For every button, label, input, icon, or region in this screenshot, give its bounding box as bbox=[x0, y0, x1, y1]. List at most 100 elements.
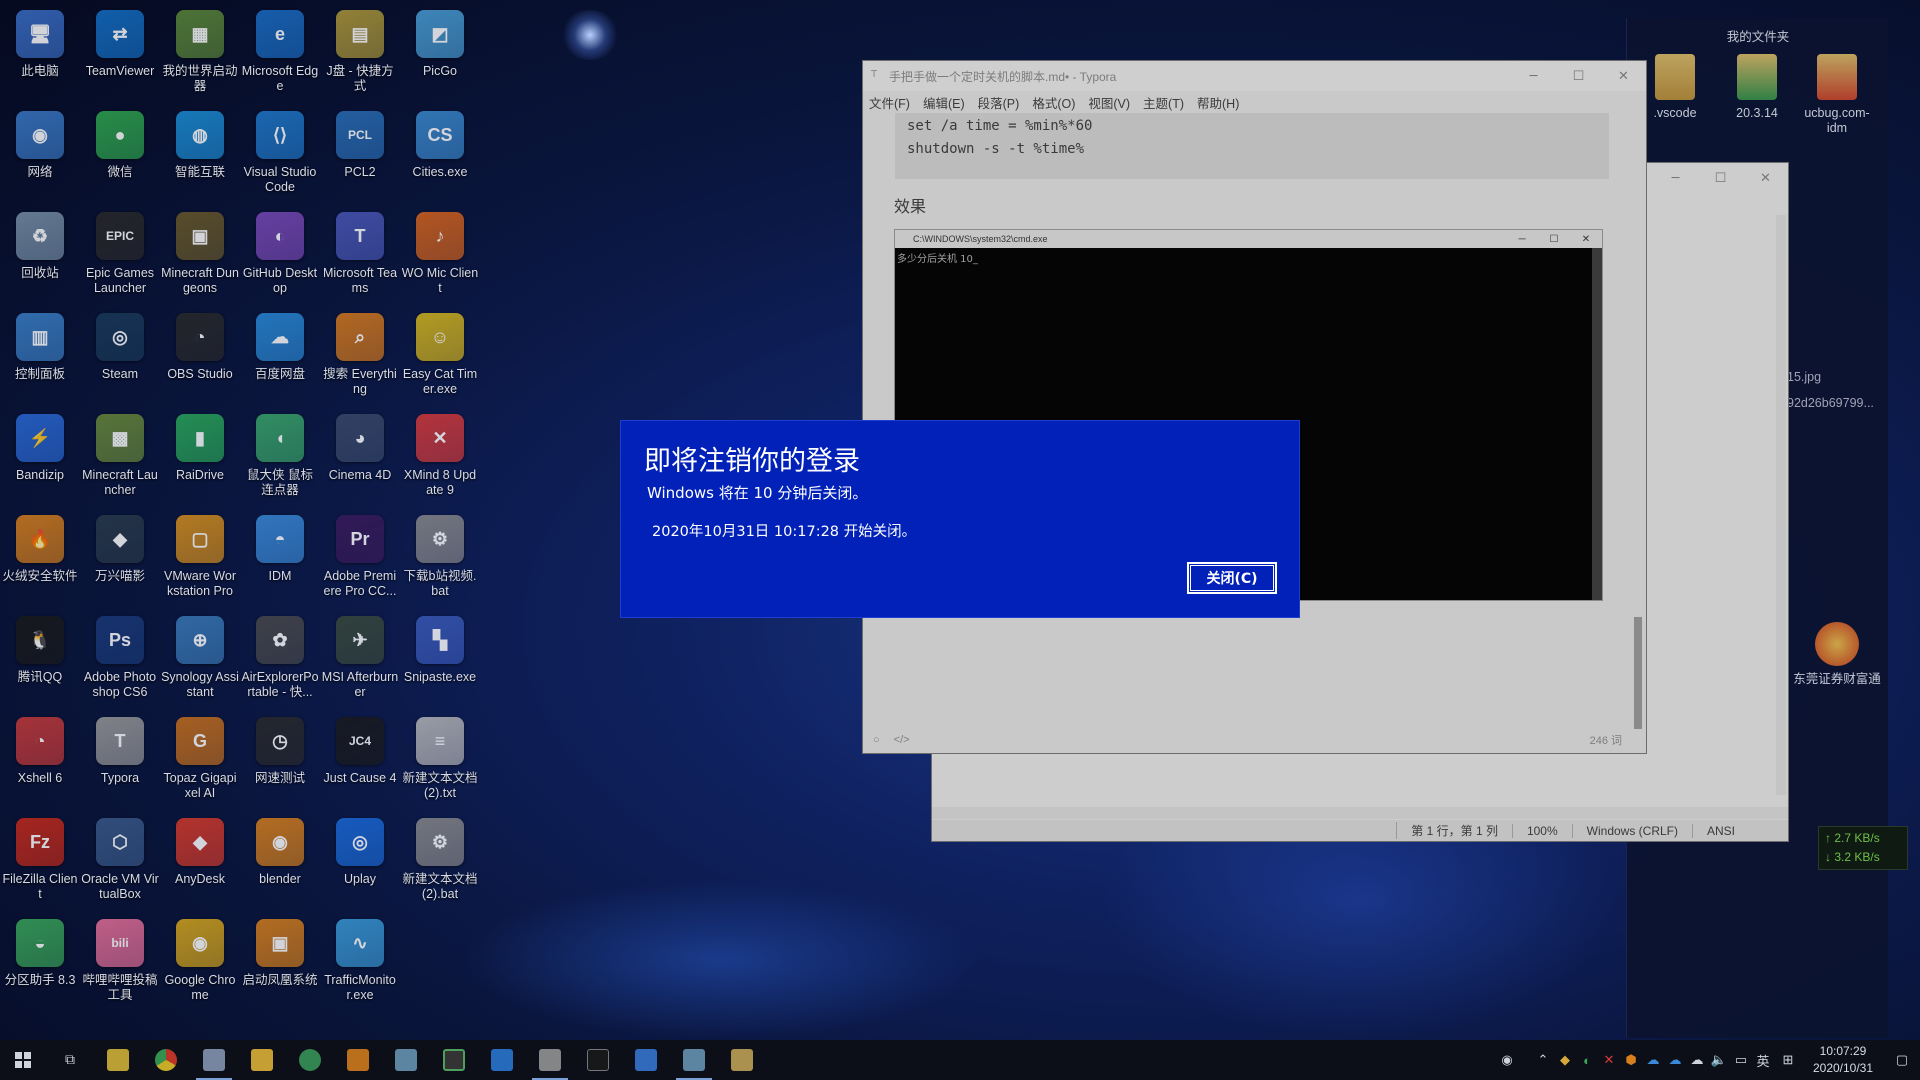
cloud-icon[interactable]: ☁ bbox=[1642, 1040, 1664, 1080]
menu-file[interactable]: 文件(F) bbox=[869, 93, 910, 112]
taskbar-app[interactable] bbox=[238, 1040, 286, 1080]
desktop-icon[interactable]: ◆ AnyDesk bbox=[160, 808, 240, 909]
typora-window[interactable]: T 手把手做一个定时关机的脚本.md• - Typora ─ ☐ ✕ 文件(F)… bbox=[862, 60, 1647, 754]
desktop-icon[interactable]: Ps Adobe Photoshop CS6 bbox=[80, 606, 160, 707]
desktop-icon[interactable]: ∿ TrafficMonitor.exe bbox=[320, 909, 400, 1010]
clock[interactable]: 10:07:29 2020/10/31 bbox=[1802, 1043, 1884, 1077]
start-button[interactable] bbox=[0, 1040, 46, 1080]
menu-help[interactable]: 帮助(H) bbox=[1197, 93, 1239, 112]
desktop-icon[interactable]: ▦ 我的世界启动器 bbox=[160, 0, 240, 101]
taskbar-app[interactable] bbox=[286, 1040, 334, 1080]
desktop-icon[interactable]: ◒ 分区助手 8.3 bbox=[0, 909, 80, 1010]
desktop-icon[interactable]: ▣ Minecraft Dungeons bbox=[160, 202, 240, 303]
menu-edit[interactable]: 编辑(E) bbox=[923, 93, 965, 112]
close-icon[interactable]: ✕ bbox=[1601, 61, 1646, 91]
desktop-icon[interactable]: ⚙ 下载b站视频.bat bbox=[400, 505, 480, 606]
desktop-icon[interactable]: ◍ 智能互联 bbox=[160, 101, 240, 202]
desktop-icon[interactable]: ▚ Snipaste.exe bbox=[400, 606, 480, 707]
desktop-icon[interactable]: ♪ WO Mic Client bbox=[400, 202, 480, 303]
desktop-icon[interactable]: ▣ 启动凤凰系统 bbox=[240, 909, 320, 1010]
chevron-up-icon[interactable]: ⌃ bbox=[1532, 1040, 1554, 1080]
desktop-icon[interactable]: 🔥 火绒安全软件 bbox=[0, 505, 80, 606]
scrollbar[interactable] bbox=[1776, 215, 1786, 795]
desktop-icon[interactable]: ☁ 百度网盘 bbox=[240, 303, 320, 404]
keyboard-icon[interactable]: ⊞ bbox=[1774, 1040, 1802, 1080]
desktop-icon[interactable]: JC4 Just Cause 4 bbox=[320, 707, 400, 808]
taskbar-app[interactable] bbox=[718, 1040, 766, 1080]
menu-paragraph[interactable]: 段落(P) bbox=[978, 93, 1020, 112]
shield-icon[interactable]: ⬢ bbox=[1620, 1040, 1642, 1080]
desktop-icon[interactable]: ◎ Steam bbox=[80, 303, 160, 404]
taskbar-app[interactable] bbox=[142, 1040, 190, 1080]
desktop-icon[interactable]: bili 哔哩哔哩投稿工具 bbox=[80, 909, 160, 1010]
taskbar-app[interactable] bbox=[478, 1040, 526, 1080]
desktop-icon[interactable]: ◎ Uplay bbox=[320, 808, 400, 909]
tray-app-icon[interactable]: ✕ bbox=[1598, 1040, 1620, 1080]
taskbar-app[interactable] bbox=[622, 1040, 670, 1080]
desktop-icon[interactable]: ✈ MSI Afterburner bbox=[320, 606, 400, 707]
desktop-icon[interactable]: ◆ 万兴喵影 bbox=[80, 505, 160, 606]
title-bar[interactable]: T 手把手做一个定时关机的脚本.md• - Typora ─ ☐ ✕ bbox=[863, 61, 1646, 91]
desktop-icon[interactable]: ◓ IDM bbox=[240, 505, 320, 606]
folder-item[interactable]: 20.3.14 bbox=[1717, 54, 1797, 121]
desktop-icon[interactable]: EPIC Epic Games Launcher bbox=[80, 202, 160, 303]
word-count[interactable]: 246 词 bbox=[1590, 732, 1622, 748]
notification-icon[interactable]: ▢ bbox=[1884, 1040, 1920, 1080]
source-code-icon[interactable]: </> bbox=[894, 734, 910, 746]
taskbar-app[interactable] bbox=[670, 1040, 718, 1080]
taskbar-app[interactable] bbox=[430, 1040, 478, 1080]
desktop-icon[interactable]: ▩ Minecraft Launcher bbox=[80, 404, 160, 505]
desktop-icon[interactable]: ⌕ 搜索 Everything bbox=[320, 303, 400, 404]
desktop-icon[interactable]: ▢ VMware Workstation Pro bbox=[160, 505, 240, 606]
volume-icon[interactable]: 🔈 bbox=[1708, 1040, 1730, 1080]
desktop-icon[interactable]: ◉ blender bbox=[240, 808, 320, 909]
maximize-icon[interactable]: ☐ bbox=[1556, 61, 1601, 91]
menu-format[interactable]: 格式(O) bbox=[1032, 93, 1075, 112]
desktop-icon[interactable]: ▤ J盘 - 快捷方式 bbox=[320, 0, 400, 101]
desktop-icon[interactable]: ◉ Google Chrome bbox=[160, 909, 240, 1010]
taskbar-app[interactable] bbox=[574, 1040, 622, 1080]
desktop-icon[interactable]: ◩ PicGo bbox=[400, 0, 480, 101]
maximize-icon[interactable]: ☐ bbox=[1698, 163, 1743, 193]
taskbar-app[interactable] bbox=[382, 1040, 430, 1080]
desktop-icon[interactable]: ◔ Xshell 6 bbox=[0, 707, 80, 808]
desktop-icon[interactable]: 🖥 此电脑 bbox=[0, 0, 80, 101]
app-tray-icon[interactable]: ◉ bbox=[1496, 1040, 1518, 1080]
network-icon[interactable]: ▭ bbox=[1730, 1040, 1752, 1080]
desktop-icon-app[interactable]: 东莞证券财富通 bbox=[1789, 622, 1885, 687]
traffic-monitor-widget[interactable]: ↑ 2.7 KB/s ↓ 3.2 KB/s bbox=[1818, 826, 1908, 870]
desktop-icon[interactable]: ◔ OBS Studio bbox=[160, 303, 240, 404]
desktop-icon[interactable]: ⬡ Oracle VM VirtualBox bbox=[80, 808, 160, 909]
desktop-icon[interactable]: Fz FileZilla Client bbox=[0, 808, 80, 909]
taskbar-app[interactable] bbox=[334, 1040, 382, 1080]
tray-app-icon[interactable]: ◐ bbox=[1576, 1040, 1598, 1080]
desktop-icon[interactable]: ◉ 网络 bbox=[0, 101, 80, 202]
desktop-icon[interactable]: ♻ 回收站 bbox=[0, 202, 80, 303]
code-block[interactable]: set /a time = %min%*60 shutdown -s -t %t… bbox=[895, 113, 1609, 179]
close-button[interactable]: 关闭(C) bbox=[1186, 561, 1278, 595]
desktop-icon[interactable]: ▥ 控制面板 bbox=[0, 303, 80, 404]
taskbar-app[interactable] bbox=[190, 1040, 238, 1080]
circle-icon[interactable]: ○ bbox=[873, 734, 880, 746]
menu-theme[interactable]: 主题(T) bbox=[1143, 93, 1184, 112]
desktop-icon[interactable]: ⊕ Synology Assistant bbox=[160, 606, 240, 707]
desktop-icon[interactable]: ✕ XMind 8 Update 9 bbox=[400, 404, 480, 505]
desktop-icon[interactable]: ▮ RaiDrive bbox=[160, 404, 240, 505]
folder-item[interactable]: ucbug.com-idm bbox=[1797, 54, 1877, 136]
desktop-icon[interactable]: e Microsoft Edge bbox=[240, 0, 320, 101]
desktop-icon[interactable]: CS Cities.exe bbox=[400, 101, 480, 202]
desktop-icon[interactable]: ⇄ TeamViewer bbox=[80, 0, 160, 101]
ime-indicator[interactable]: 英 bbox=[1752, 1040, 1774, 1080]
desktop-icon[interactable]: ⚡ Bandizip bbox=[0, 404, 80, 505]
desktop-icon[interactable]: ● 微信 bbox=[80, 101, 160, 202]
taskbar-app[interactable] bbox=[94, 1040, 142, 1080]
cloud-icon[interactable]: ☁ bbox=[1664, 1040, 1686, 1080]
desktop-icon[interactable]: T Microsoft Teams bbox=[320, 202, 400, 303]
desktop-icon[interactable]: ✿ AirExplorerPortable - 快... bbox=[240, 606, 320, 707]
desktop-icon[interactable]: Pr Adobe Premiere Pro CC... bbox=[320, 505, 400, 606]
desktop-icon[interactable]: 🐧 腾讯QQ bbox=[0, 606, 80, 707]
desktop-icon[interactable]: G Topaz Gigapixel AI bbox=[160, 707, 240, 808]
minimize-icon[interactable]: ─ bbox=[1653, 163, 1698, 193]
desktop-icon[interactable]: ☺ Easy Cat Timer.exe bbox=[400, 303, 480, 404]
desktop-icon[interactable]: T Typora bbox=[80, 707, 160, 808]
